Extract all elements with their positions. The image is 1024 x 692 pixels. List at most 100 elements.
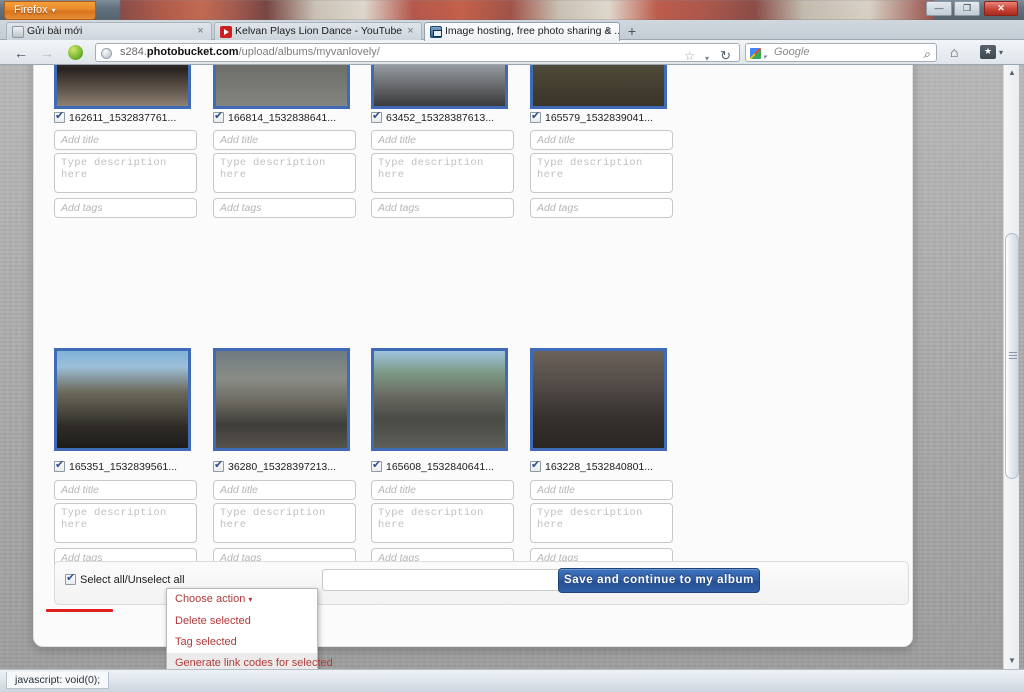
dropdown-item-delete-selected[interactable]: Delete selected [167,611,317,632]
url-bar[interactable]: s284.photobucket.com/upload/albums/myvan… [95,43,740,62]
photo-checkbox[interactable] [530,110,541,123]
photo-filename: 166814_1532838641... [213,110,337,125]
browser-tab-1[interactable]: Gửi bài mới × [6,22,212,41]
back-icon[interactable]: ← [12,44,30,62]
photo-thumbnail[interactable] [530,65,667,109]
url-prefix: s284. [120,46,147,58]
chevron-down-icon[interactable]: ▾ [999,48,1003,57]
dropdown-item-generate-link-codes[interactable]: Generate link codes for selected [167,653,333,669]
title-input[interactable]: Add title [530,480,673,500]
firefox-browser-window: Firefox ▾ — ❐ ✕ Gửi bài mới × Kelvan Play… [0,0,1024,692]
scrollbar-thumb[interactable] [1005,233,1019,479]
photo-checkbox[interactable] [54,110,65,123]
select-all-checkbox[interactable] [65,572,76,585]
close-icon[interactable]: × [195,25,206,38]
choose-action-dropdown: Choose action ▾ Delete selected Tag selec… [166,588,333,669]
description-input[interactable]: Type description here [530,153,673,193]
description-input[interactable]: Type description here [371,153,514,193]
tags-input[interactable]: Add tags [371,198,514,218]
description-input[interactable]: Type description here [213,153,356,193]
youtube-icon [220,26,232,38]
photo-thumbnail[interactable] [371,65,508,109]
tab-title: Image hosting, free photo sharing & ... [445,25,620,37]
scroll-up-icon[interactable]: ▲ [1004,65,1020,81]
title-input[interactable]: Add title [371,130,514,150]
google-icon [750,48,761,59]
title-input[interactable]: Add title [213,480,356,500]
window-titlebar: Firefox ▾ — ❐ ✕ [0,0,1024,20]
filename-text: 36280_15328397213... [228,461,337,473]
bookmarks-icon[interactable]: ★ [980,45,996,59]
home-icon[interactable]: ⌂ [950,44,958,60]
description-input[interactable]: Type description here [371,503,514,543]
search-icon[interactable]: ⌕ [923,46,930,63]
photo-checkbox[interactable] [530,459,541,472]
close-icon[interactable]: × [603,25,614,38]
photo-filename: 165608_1532840641... [371,459,495,474]
photo-checkbox[interactable] [54,459,65,472]
title-input[interactable]: Add title [54,130,197,150]
action-text-field[interactable] [322,569,572,591]
chevron-down-icon[interactable]: ▾ [763,49,767,66]
forward-icon[interactable]: → [38,44,56,62]
upload-panel: 162611_1532837761... Add title Type desc… [33,65,913,647]
save-and-continue-button[interactable]: Save and continue to my album [558,568,760,593]
photo-thumbnail[interactable] [371,348,508,451]
photobucket-icon [430,26,442,38]
photo-thumbnail[interactable] [54,65,191,109]
title-input[interactable]: Add title [54,480,197,500]
filename-text: 63452_15328387613... [386,112,495,124]
photo-thumbnail[interactable] [213,348,350,451]
browser-tab-3-active[interactable]: Image hosting, free photo sharing & ... … [424,22,620,41]
firefox-menu-label: Firefox [14,4,48,16]
status-bar: javascript: void(0); [0,669,1024,692]
page-viewport: 162611_1532837761... Add title Type desc… [0,65,1024,669]
title-input[interactable]: Add title [371,480,514,500]
photo-filename: 162611_1532837761... [54,110,176,125]
scroll-down-icon[interactable]: ▼ [1004,653,1020,669]
tags-input[interactable]: Add tags [213,198,356,218]
select-all-control[interactable]: Select all/Unselect all [65,572,185,586]
description-input[interactable]: Type description here [54,153,197,193]
chevron-down-icon: ▾ [248,595,253,604]
filename-text: 165608_1532840641... [386,461,495,473]
photo-checkbox[interactable] [371,110,382,123]
title-input[interactable]: Add title [530,130,673,150]
photo-thumbnail[interactable] [213,65,350,109]
close-button[interactable]: ✕ [984,1,1018,16]
photo-checkbox[interactable] [213,110,224,123]
photo-checkbox[interactable] [213,459,224,472]
maximize-button[interactable]: ❐ [954,1,980,16]
chevron-down-icon: ▾ [51,6,56,15]
dropdown-item-tag-selected[interactable]: Tag selected [167,632,317,653]
vertical-scrollbar[interactable]: ▲ ▼ [1003,65,1019,669]
photo-thumbnail[interactable] [530,348,667,451]
tab-title: Kelvan Plays Lion Dance - YouTube [235,25,403,37]
close-icon[interactable]: × [405,25,416,38]
new-tab-button[interactable]: + [622,24,642,40]
minimize-button[interactable]: — [926,1,952,16]
browser-tab-2[interactable]: Kelvan Plays Lion Dance - YouTube × [214,22,422,41]
photo-thumbnail[interactable] [54,348,191,451]
chevron-down-icon[interactable]: ▾ [705,50,709,61]
bookmark-star-icon[interactable]: ☆ [684,48,695,61]
choose-action-toggle[interactable]: Choose action ▾ [167,589,317,610]
title-input[interactable]: Add title [213,130,356,150]
description-input[interactable]: Type description here [54,503,197,543]
photo-checkbox[interactable] [371,459,382,472]
stop-reload-icon[interactable] [66,44,84,62]
description-input[interactable]: Type description here [530,503,673,543]
tags-input[interactable]: Add tags [530,198,673,218]
photo-filename: 165351_1532839561... [54,459,177,474]
choose-action-label: Choose action [175,593,246,605]
reload-icon[interactable]: ↻ [720,47,731,61]
firefox-menu-button[interactable]: Firefox ▾ [4,1,96,20]
tags-input[interactable]: Add tags [54,198,197,218]
filename-text: 166814_1532838641... [228,112,337,124]
search-input[interactable]: ▾ Google ⌕ [745,43,937,62]
description-input[interactable]: Type description here [213,503,356,543]
tab-title: Gửi bài mới [27,25,83,37]
desktop-background: Firefox ▾ — ❐ ✕ Gửi bài mới × Kelvan Play… [0,0,1024,692]
titlebar-page-bleed [120,0,934,20]
document-icon [12,26,24,38]
